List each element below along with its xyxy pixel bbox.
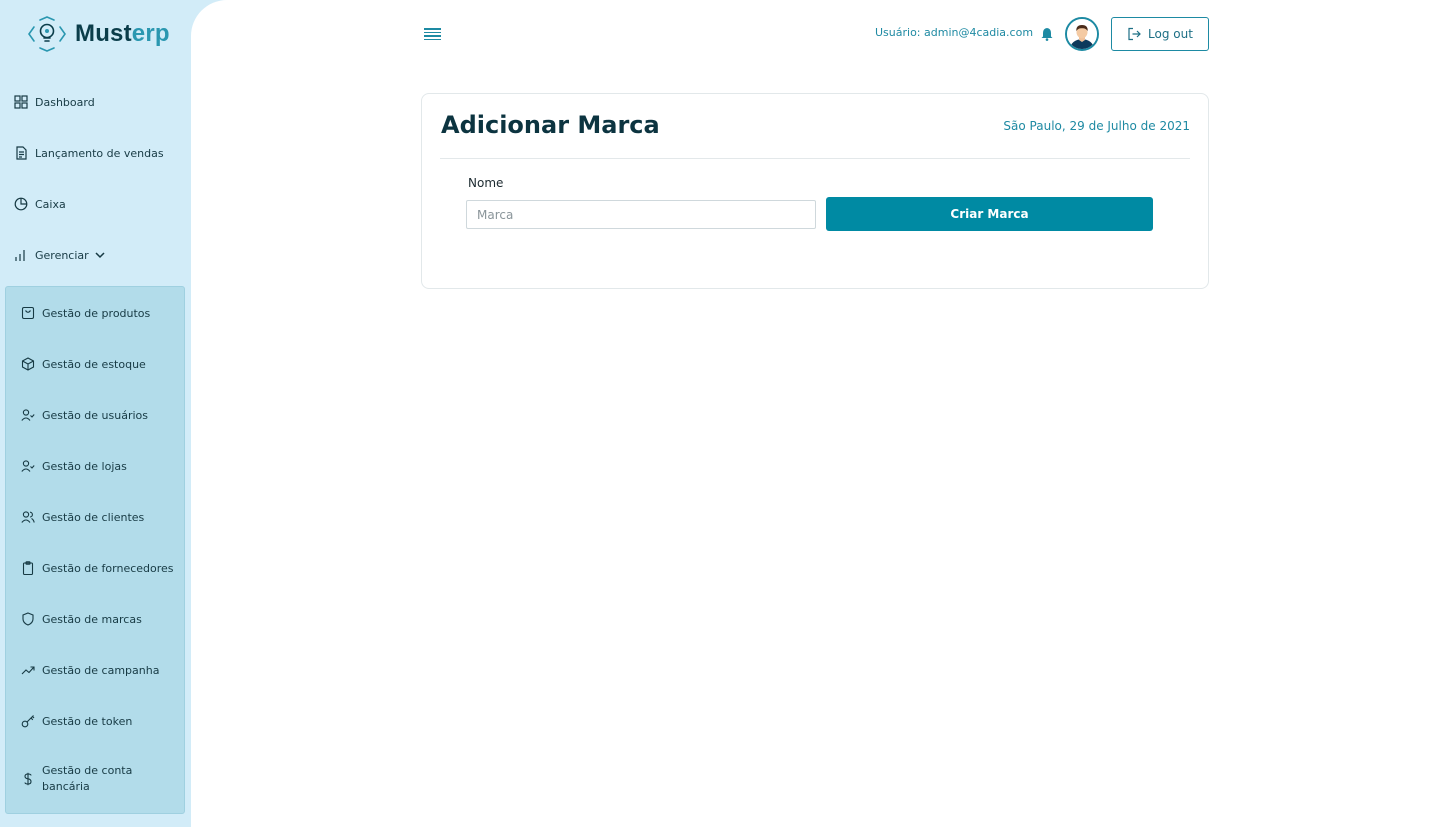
user-avatar-icon [1067,19,1097,49]
bell-icon[interactable] [1041,27,1053,41]
brand-logo[interactable]: Musterp [26,15,170,53]
submenu-item-gestao-de-lojas[interactable]: Gestão de lojas [21,459,127,473]
gerenciar-submenu: Gestão de produtos Gestão de estoque Ges… [5,286,185,814]
submenu-item-gestao-de-marcas[interactable]: Gestão de marcas [21,612,142,626]
submenu-item-label: Gestão de token [42,714,133,728]
submenu-item-gestao-de-conta-bancaria[interactable]: Gestão de conta bancária [21,763,152,795]
sidebar-item-label: Lançamento de vendas [35,146,164,160]
brand-name: Musterp [75,20,170,48]
users-icon [21,511,35,523]
submenu-item-gestao-de-token[interactable]: Gestão de token [21,714,132,728]
logout-icon [1128,27,1141,41]
date-label: São Paulo, 29 de Julho de 2021 [1003,119,1190,133]
submenu-item-label: Gestão de conta bancária [42,764,133,793]
submenu-item-label: Gestão de clientes [42,510,145,524]
key-icon [21,715,35,728]
create-brand-button[interactable]: Criar Marca [826,197,1153,231]
pie-chart-icon [14,197,28,211]
sidebar-item-dashboard[interactable]: Dashboard [14,95,95,109]
document-icon [16,146,27,160]
brand-name-input[interactable] [466,200,816,229]
trending-up-icon [21,666,35,675]
sidebar-item-label: Caixa [35,197,66,211]
user-check-icon [21,409,35,421]
dollar-icon [24,772,32,786]
submenu-item-label: Gestão de usuários [42,408,149,422]
sidebar-item-gerenciar[interactable]: Gerenciar [14,248,106,262]
sidebar-item-caixa[interactable]: Caixa [14,197,66,211]
user-email-label: Usuário: admin@4cadia.com [875,26,1034,39]
avatar[interactable] [1065,17,1099,51]
brand-name-part2: erp [131,20,170,47]
submenu-item-label: Gestão de fornecedores [42,561,174,575]
shield-icon [22,612,34,626]
submenu-item-gestao-de-clientes[interactable]: Gestão de clientes [21,510,144,524]
brand-name-label: Nome [468,176,504,190]
page-title: Adicionar Marca [441,111,660,139]
sidebar-item-lancamento-de-vendas[interactable]: Lançamento de vendas [14,146,164,160]
user-check-icon [21,460,35,472]
lightbulb-logo-icon [28,16,66,52]
menu-toggle-icon[interactable] [424,28,441,40]
divider [440,158,1190,159]
bar-chart-icon [15,250,25,261]
grid-icon [14,95,28,109]
brand-name-part1: Must [75,20,132,47]
sidebar-item-label: Gerenciar [35,248,89,262]
submenu-item-gestao-de-usuarios[interactable]: Gestão de usuários [21,408,148,422]
submenu-item-gestao-de-fornecedores[interactable]: Gestão de fornecedores [21,561,174,575]
sidebar: Musterp Dashboard Lançamento de vendas C… [0,0,191,827]
submenu-item-gestao-de-produtos[interactable]: Gestão de produtos [21,306,150,320]
submenu-item-label: Gestão de produtos [42,306,151,320]
chevron-down-icon [95,252,105,259]
submenu-item-label: Gestão de campanha [42,663,160,677]
submenu-item-gestao-de-campanha[interactable]: Gestão de campanha [21,663,159,677]
box-icon [21,357,35,371]
submenu-item-label: Gestão de estoque [42,357,146,371]
clipboard-icon [22,561,34,575]
sidebar-corner-curve [191,0,227,36]
submenu-item-label: Gestão de marcas [42,612,142,626]
logout-button[interactable]: Log out [1111,17,1209,51]
submenu-item-gestao-de-estoque[interactable]: Gestão de estoque [21,357,146,371]
add-brand-card: Adicionar Marca São Paulo, 29 de Julho d… [421,93,1209,289]
shopping-bag-icon [21,306,35,320]
sidebar-item-label: Dashboard [35,95,95,109]
logout-label: Log out [1148,27,1193,41]
submenu-item-label: Gestão de lojas [42,459,127,473]
